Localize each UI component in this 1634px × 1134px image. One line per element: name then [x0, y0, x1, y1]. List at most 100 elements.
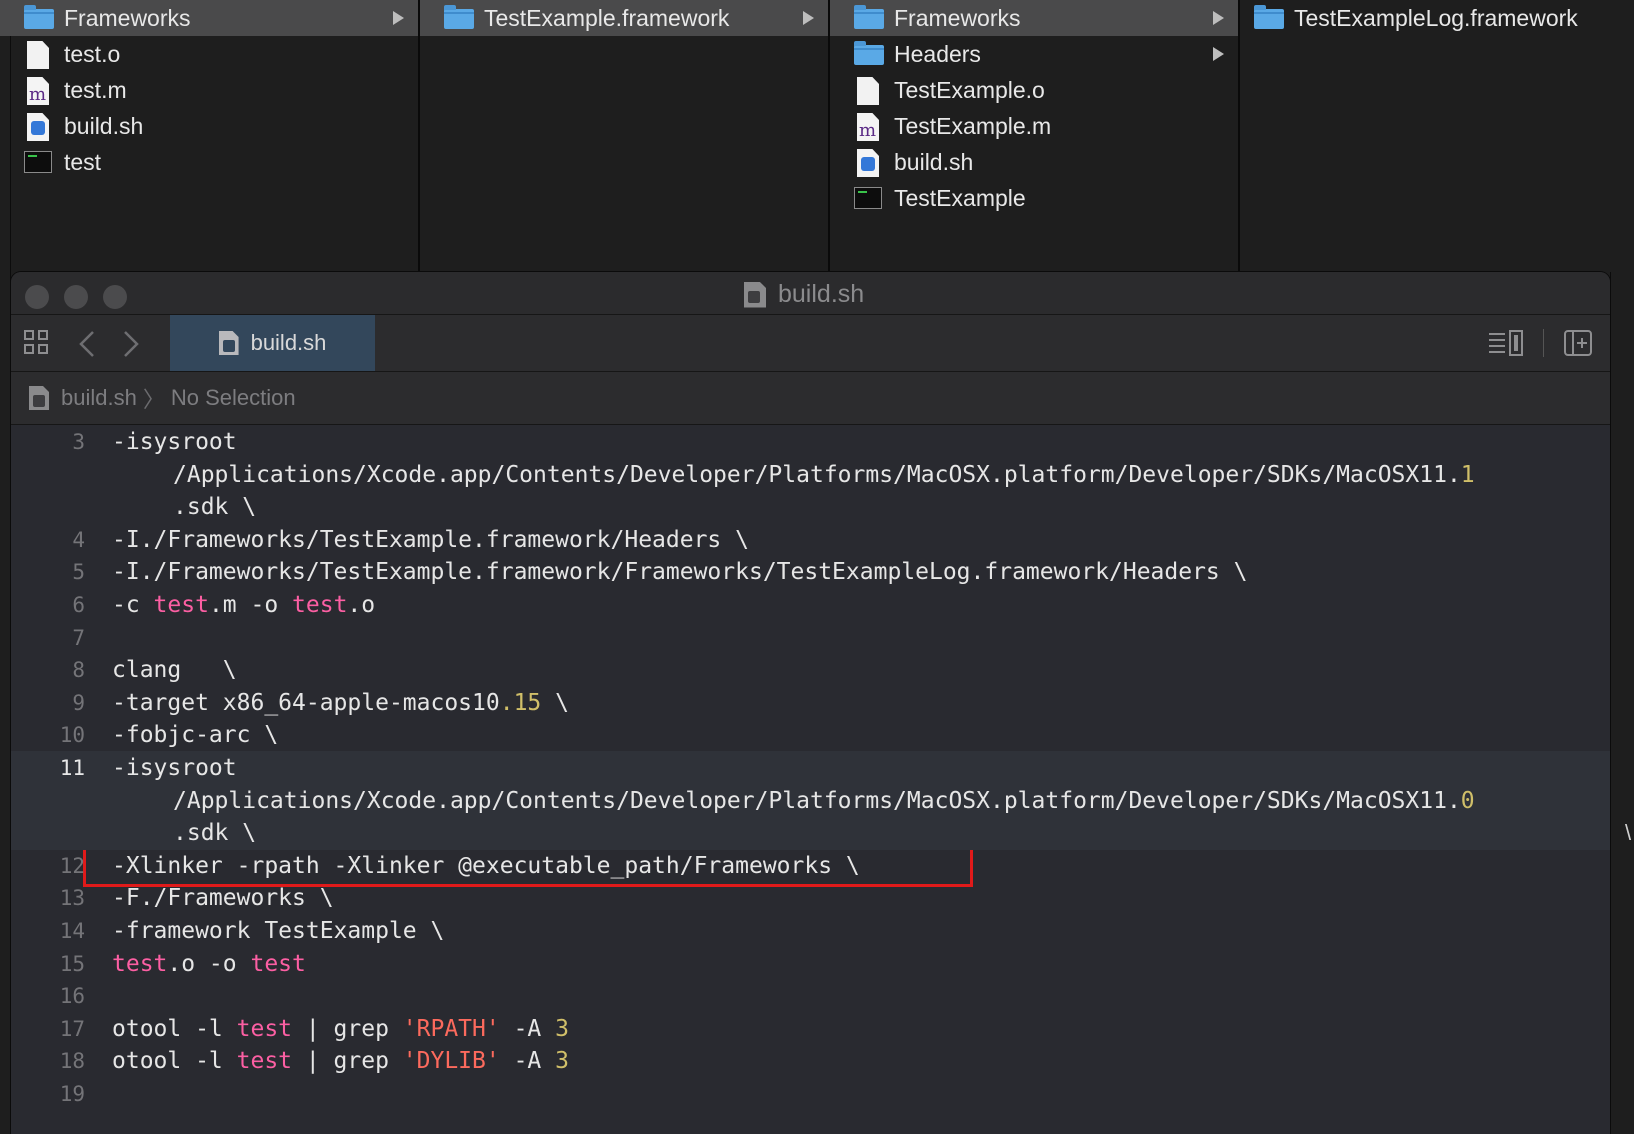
close-window-button[interactable]	[25, 285, 49, 309]
code-token: -I./Frameworks/TestExample.framework/Fra…	[112, 559, 1248, 586]
finder-column-1[interactable]: Frameworks test.o m test.m build.sh test	[0, 0, 420, 275]
code-token: test	[236, 1015, 293, 1042]
finder-item[interactable]: test.o	[0, 36, 418, 72]
code-token: 'DYLIB'	[402, 1048, 500, 1075]
folder-icon	[854, 41, 884, 67]
code-token: | grep	[292, 1015, 403, 1042]
background-window-edge	[1610, 272, 1634, 1134]
shell-file-icon	[29, 386, 49, 410]
line-number: 19	[59, 1082, 85, 1106]
shell-script-icon	[854, 149, 884, 177]
finder-item-name: test	[64, 148, 102, 175]
code-line[interactable]: 16	[11, 979, 1610, 1013]
code-token: 3	[555, 1048, 569, 1075]
folder-icon	[1254, 5, 1284, 31]
finder-item[interactable]: Frameworks	[830, 0, 1238, 36]
code-token: -fobjc-arc \	[112, 722, 279, 749]
code-token: clang \	[112, 657, 237, 684]
breadcrumb-selection[interactable]: No Selection	[171, 385, 296, 411]
finder-item[interactable]: test	[0, 144, 418, 180]
folder-icon	[24, 5, 54, 31]
finder-item[interactable]: Frameworks	[0, 0, 418, 36]
code-token: 3	[555, 1015, 569, 1042]
code-text: .sdk \	[173, 490, 256, 524]
code-line[interactable]: 19	[11, 1077, 1610, 1111]
finder-item[interactable]: build.sh	[830, 144, 1238, 180]
code-token: -F./Frameworks \	[112, 885, 334, 912]
finder-item-name: build.sh	[64, 112, 144, 139]
code-line[interactable]: 12 -Xlinker -rpath -Xlinker @executable_p…	[11, 849, 1610, 883]
disclosure-arrow-icon	[803, 11, 814, 25]
code-token: | grep	[292, 1048, 403, 1075]
code-line[interactable]: 11 -isysroot	[11, 751, 1610, 785]
disclosure-arrow-icon	[1213, 47, 1224, 61]
finder-item-name: test.m	[64, 76, 127, 103]
code-line[interactable]: .sdk \	[11, 816, 1610, 851]
executable-icon	[24, 149, 54, 175]
code-line[interactable]: 8 clang \	[11, 653, 1610, 687]
disclosure-arrow-icon	[393, 11, 404, 25]
tab-build-sh[interactable]: build.sh	[170, 315, 375, 371]
window-title: build.sh	[744, 280, 864, 309]
breadcrumb-file[interactable]: build.sh	[61, 385, 137, 411]
forward-arrow-icon[interactable]	[121, 330, 141, 358]
line-number: 15	[59, 951, 85, 976]
code-line[interactable]: /Applications/Xcode.app/Contents/Develop…	[11, 458, 1610, 492]
finder-column-4[interactable]: TestExampleLog.framework	[1240, 0, 1634, 275]
finder-column-browser: Frameworks test.o m test.m build.sh test Test…	[0, 0, 1634, 520]
code-line[interactable]: 17 otool -l test | grep 'RPATH' -A 3	[11, 1012, 1610, 1046]
code-text: -target x86_64-apple-macos10.15 \	[112, 686, 569, 720]
code-line[interactable]: .sdk \	[11, 490, 1610, 524]
add-editor-split-icon[interactable]	[1563, 329, 1593, 357]
window-titlebar: build.sh	[11, 272, 1610, 315]
shell-file-icon	[744, 281, 766, 308]
executable-icon	[854, 185, 884, 211]
code-line[interactable]: 7	[11, 621, 1610, 655]
back-arrow-icon[interactable]	[77, 330, 97, 358]
finder-column-3[interactable]: Frameworks Headers TestExample.o m TestExamp…	[830, 0, 1240, 275]
finder-item[interactable]: m TestExample.m	[830, 108, 1238, 144]
code-line[interactable]: 4 -I./Frameworks/TestExample.framework/He…	[11, 523, 1610, 557]
code-token: .o	[347, 592, 376, 618]
related-items-grid-icon[interactable]	[24, 330, 50, 356]
code-line[interactable]: 15 test.o -o test	[11, 947, 1610, 981]
code-text: otool -l test | grep 'DYLIB' -A 3	[112, 1044, 569, 1078]
line-number: 11	[59, 756, 85, 780]
code-token: test	[236, 1048, 293, 1075]
code-token: /Applications/Xcode.app/Contents/Develop…	[173, 461, 1461, 488]
folder-icon	[854, 5, 884, 31]
minimize-window-button[interactable]	[64, 285, 88, 309]
finder-item[interactable]: TestExample	[830, 180, 1238, 216]
document-icon	[24, 41, 54, 69]
editor-tab-bar: build.sh	[11, 315, 1610, 372]
code-token: test	[153, 592, 209, 618]
code-token: /Applications/Xcode.app/Contents/Develop…	[173, 787, 1461, 814]
code-line[interactable]: 14 -framework TestExample \	[11, 914, 1610, 948]
line-number: 10	[59, 723, 85, 748]
code-token: -target x86_64-apple-macos10	[112, 689, 500, 716]
code-line[interactable]: /Applications/Xcode.app/Contents/Develop…	[11, 783, 1610, 818]
code-editor[interactable]: 3 -isysroot/Applications/Xcode.app/Conten…	[11, 425, 1610, 1134]
finder-item[interactable]: TestExample.o	[830, 72, 1238, 108]
code-line[interactable]: 18 otool -l test | grep 'DYLIB' -A 3	[11, 1044, 1610, 1078]
code-text: -framework TestExample \	[112, 914, 444, 948]
code-line[interactable]: 6 -c test.m -o test.o	[11, 588, 1610, 622]
code-line[interactable]: 10 -fobjc-arc \	[11, 718, 1610, 752]
code-text: clang \	[112, 653, 237, 687]
code-token: .15	[499, 689, 542, 716]
code-token: -framework TestExample \	[112, 918, 445, 944]
finder-column-2[interactable]: TestExample.framework	[420, 0, 830, 275]
zoom-window-button[interactable]	[103, 285, 127, 309]
finder-item[interactable]: m test.m	[0, 72, 418, 108]
code-line[interactable]: 3 -isysroot	[11, 425, 1610, 459]
finder-item[interactable]: TestExampleLog.framework	[1240, 0, 1634, 36]
finder-item[interactable]: Headers	[830, 36, 1238, 72]
code-line[interactable]: 9 -target x86_64-apple-macos10.15 \	[11, 686, 1610, 720]
folder-icon	[444, 5, 474, 31]
line-number: 4	[72, 527, 85, 552]
code-line[interactable]: 13 -F./Frameworks \	[11, 881, 1610, 915]
adjust-editor-options-icon[interactable]	[1487, 329, 1525, 357]
finder-item[interactable]: TestExample.framework	[420, 0, 828, 36]
code-line[interactable]: 5 -I./Frameworks/TestExample.framework/Fr…	[11, 555, 1610, 589]
finder-item[interactable]: build.sh	[0, 108, 418, 144]
